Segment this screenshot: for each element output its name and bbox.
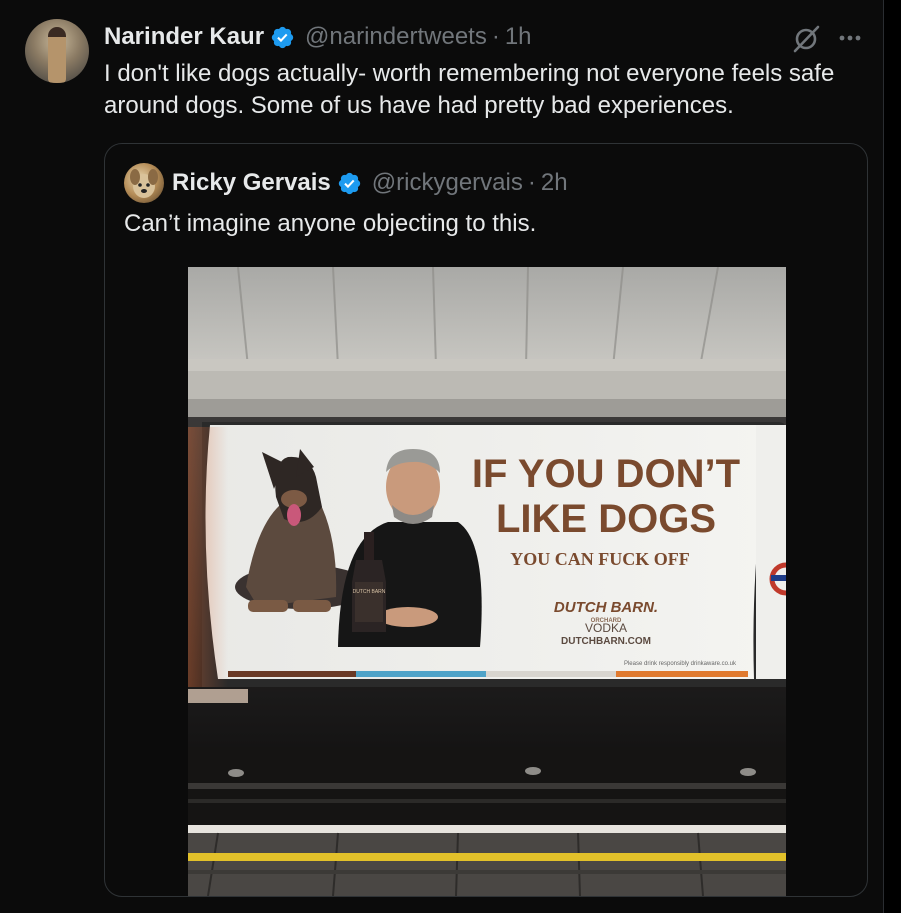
quoted-author-name[interactable]: Ricky Gervais: [172, 169, 331, 197]
rail: [188, 799, 786, 803]
verified-badge-icon: [271, 26, 294, 48]
avatar-figure: [48, 27, 66, 83]
rail: [188, 783, 786, 789]
ad-disclaimer: Please drink responsibly drinkaware.co.u…: [624, 661, 737, 667]
quoted-time[interactable]: 2h: [541, 169, 568, 197]
ad-product: VODKA: [585, 621, 627, 635]
tweet-header: Narinder Kaur @narindertweets · 1h: [104, 21, 532, 53]
next-poster: [756, 425, 786, 679]
quoted-author-handle[interactable]: @rickygervais: [372, 169, 523, 197]
tweet-time[interactable]: 1h: [505, 23, 532, 51]
ad-headline-1: IF YOU DON’T: [472, 452, 740, 496]
roundel-bar: [771, 575, 786, 581]
billboard-photo: DUTCH BARN IF YOU DON’T LIKE DOGS YOU CA…: [188, 267, 786, 896]
ceiling-edge: [188, 399, 786, 417]
quoted-author-avatar[interactable]: [124, 163, 164, 203]
quoted-text: Can’t imagine anyone objecting to this.: [124, 210, 537, 237]
tweet[interactable]: Narinder Kaur @narindertweets · 1h I don…: [0, 0, 884, 913]
quoted-header: Ricky Gervais @rickygervais · 2h: [172, 167, 568, 199]
ad-website: DUTCHBARN.COM: [561, 636, 651, 647]
separator-dot: ·: [491, 23, 500, 50]
dog-face-icon: [130, 169, 158, 198]
more-icon[interactable]: [836, 24, 864, 52]
platform-edge: [188, 825, 786, 833]
ad-brand: DUTCH BARN.: [554, 599, 658, 616]
ad-headline-2: LIKE DOGS: [496, 497, 716, 541]
ad-subline: YOU CAN FUCK OFF: [510, 549, 689, 569]
quoted-tweet[interactable]: Ricky Gervais @rickygervais · 2h Can’t i…: [104, 143, 868, 897]
poster-stripe: [228, 671, 748, 677]
yellow-safety-line: [188, 853, 786, 861]
light-streak: [188, 689, 248, 703]
author-name[interactable]: Narinder Kaur: [104, 23, 264, 51]
tweet-photo[interactable]: DUTCH BARN IF YOU DON’T LIKE DOGS YOU CA…: [188, 267, 786, 896]
platform-groove: [188, 870, 786, 874]
grok-icon[interactable]: [791, 24, 821, 54]
ceiling-ribs: [188, 371, 786, 399]
train-blur: [188, 427, 228, 687]
ceiling-beam: [188, 359, 786, 371]
bottle-label: DUTCH BARN: [353, 589, 386, 595]
screen: Narinder Kaur @narindertweets · 1h I don…: [0, 0, 901, 913]
tweet-text: I don't like dogs actually- worth rememb…: [104, 60, 835, 119]
author-handle[interactable]: @narindertweets: [305, 23, 487, 51]
separator-dot: ·: [527, 169, 536, 196]
verified-badge-icon: [338, 172, 360, 194]
author-avatar[interactable]: [25, 19, 89, 83]
